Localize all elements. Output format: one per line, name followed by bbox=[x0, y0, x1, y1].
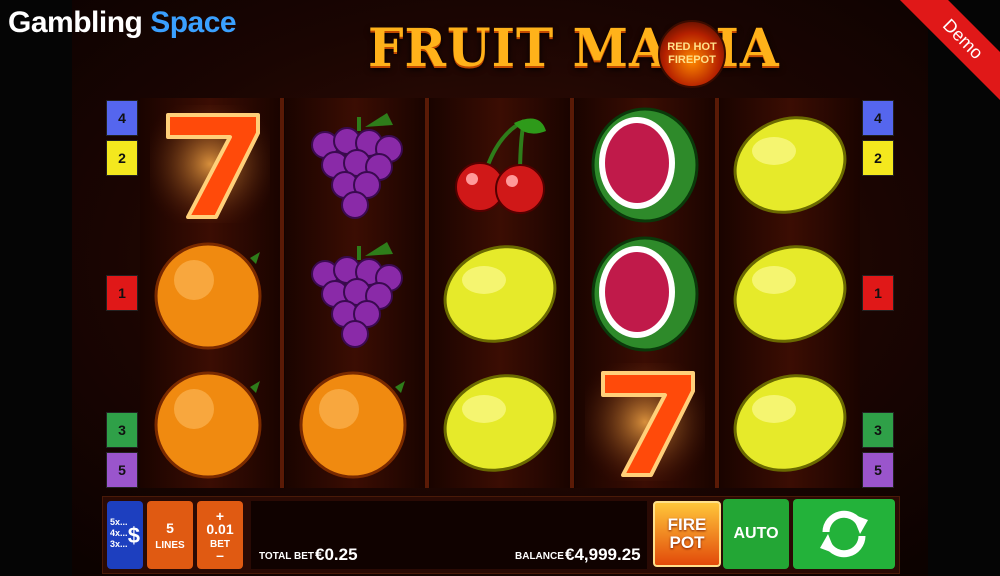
symbol-orange bbox=[140, 358, 280, 486]
symbol-grapes bbox=[285, 100, 425, 228]
lines-value: 5 bbox=[166, 519, 174, 536]
coin-value-button[interactable]: 5x... 4x... 3x... $ bbox=[107, 501, 143, 569]
control-bar: 5x... 4x... 3x... $ 5 LINES + 0.01 BET – T… bbox=[102, 496, 900, 574]
lemon-icon bbox=[733, 374, 847, 472]
spin-button[interactable] bbox=[793, 499, 895, 569]
bet-value: 0.01 bbox=[206, 520, 234, 537]
auto-label: AUTO bbox=[733, 525, 779, 542]
bet-info-panel: TOTAL BET €0.25 BALANCE €4,999.25 bbox=[251, 501, 647, 569]
bet-minus-icon[interactable]: – bbox=[216, 548, 224, 562]
symbol-cherries bbox=[430, 100, 570, 228]
dollar-icon: $ bbox=[127, 523, 140, 548]
orange-icon bbox=[299, 371, 407, 479]
badge-line-1: RED HOT bbox=[667, 41, 717, 53]
firepot-line-1: FIRE bbox=[667, 515, 707, 534]
coin-row-2: 4x... bbox=[110, 528, 128, 538]
lemon-icon bbox=[733, 245, 847, 343]
total-bet-value: €0.25 bbox=[315, 545, 358, 564]
symbol-seven bbox=[140, 100, 280, 228]
payline-badge-left-5[interactable]: 5 bbox=[106, 452, 138, 488]
reel-separator bbox=[570, 98, 574, 488]
firepot-badge: RED HOT FIREPOT bbox=[658, 20, 726, 88]
spin-arrows-icon bbox=[820, 510, 868, 558]
watermelon-icon bbox=[591, 236, 699, 352]
symbol-orange bbox=[285, 358, 425, 486]
watermelon-icon bbox=[591, 107, 699, 223]
autoplay-button[interactable]: AUTO bbox=[723, 499, 789, 569]
reel-2 bbox=[285, 98, 425, 488]
balance-value: €4,999.25 bbox=[565, 545, 641, 564]
orange-icon bbox=[154, 371, 262, 479]
payline-badge-left-4[interactable]: 4 bbox=[106, 100, 138, 136]
payline-badge-right-4[interactable]: 4 bbox=[862, 100, 894, 136]
total-bet-label: TOTAL BET bbox=[259, 551, 314, 562]
orange-icon bbox=[154, 242, 262, 350]
lines-button[interactable]: 5 LINES bbox=[147, 501, 193, 569]
symbol-lemon bbox=[720, 100, 860, 228]
reel-5 bbox=[720, 98, 860, 488]
payline-badge-right-1[interactable]: 1 bbox=[862, 275, 894, 311]
symbol-lemon bbox=[430, 358, 570, 486]
seven-icon bbox=[150, 105, 270, 223]
grapes-icon bbox=[311, 242, 403, 348]
payline-badge-right-3[interactable]: 3 bbox=[862, 412, 894, 448]
firepot-button[interactable]: FIRE POT bbox=[653, 501, 721, 567]
brand-name-part2: Space bbox=[150, 6, 237, 39]
symbol-orange bbox=[140, 229, 280, 357]
reel-separator bbox=[280, 98, 284, 488]
symbol-lemon bbox=[720, 229, 860, 357]
grapes-icon bbox=[311, 113, 403, 219]
symbol-watermelon bbox=[575, 229, 715, 357]
balance-label: BALANCE bbox=[515, 551, 564, 562]
reel-separator bbox=[425, 98, 429, 488]
coin-row-3: 3x... bbox=[110, 539, 128, 549]
lemon-icon bbox=[443, 374, 557, 472]
lemon-icon bbox=[443, 245, 557, 343]
symbol-seven bbox=[575, 358, 715, 486]
cherries-icon bbox=[455, 118, 546, 214]
payline-badge-right-5[interactable]: 5 bbox=[862, 452, 894, 488]
symbol-lemon bbox=[720, 358, 860, 486]
reel-area bbox=[140, 98, 860, 488]
symbol-grapes bbox=[285, 229, 425, 357]
brand-logo: Gambling Space bbox=[8, 6, 237, 40]
symbol-lemon bbox=[430, 229, 570, 357]
badge-line-2: FIREPOT bbox=[668, 54, 716, 66]
bet-plus-icon[interactable]: + bbox=[216, 509, 224, 523]
payline-badge-left-3[interactable]: 3 bbox=[106, 412, 138, 448]
payline-badge-left-2[interactable]: 2 bbox=[106, 140, 138, 176]
payline-badge-left-1[interactable]: 1 bbox=[106, 275, 138, 311]
reel-3 bbox=[430, 98, 570, 488]
bet-button[interactable]: + 0.01 BET – bbox=[197, 501, 243, 569]
brand-name-part1: Gambling bbox=[8, 6, 143, 39]
lines-label: LINES bbox=[155, 539, 185, 551]
symbol-watermelon bbox=[575, 100, 715, 228]
seven-icon bbox=[585, 363, 705, 481]
reel-1 bbox=[140, 98, 280, 488]
game-stage: Gambling Space Demo FRUIT MANIA RED HOT … bbox=[0, 0, 1000, 576]
lemon-icon bbox=[733, 116, 847, 214]
payline-badge-right-2[interactable]: 2 bbox=[862, 140, 894, 176]
firepot-line-2: POT bbox=[669, 533, 705, 552]
reel-separator bbox=[715, 98, 719, 488]
left-margin bbox=[0, 0, 72, 576]
reel-4 bbox=[575, 98, 715, 488]
coin-rows: 5x... 4x... 3x... bbox=[110, 517, 128, 550]
coin-row-1: 5x... bbox=[110, 517, 128, 527]
